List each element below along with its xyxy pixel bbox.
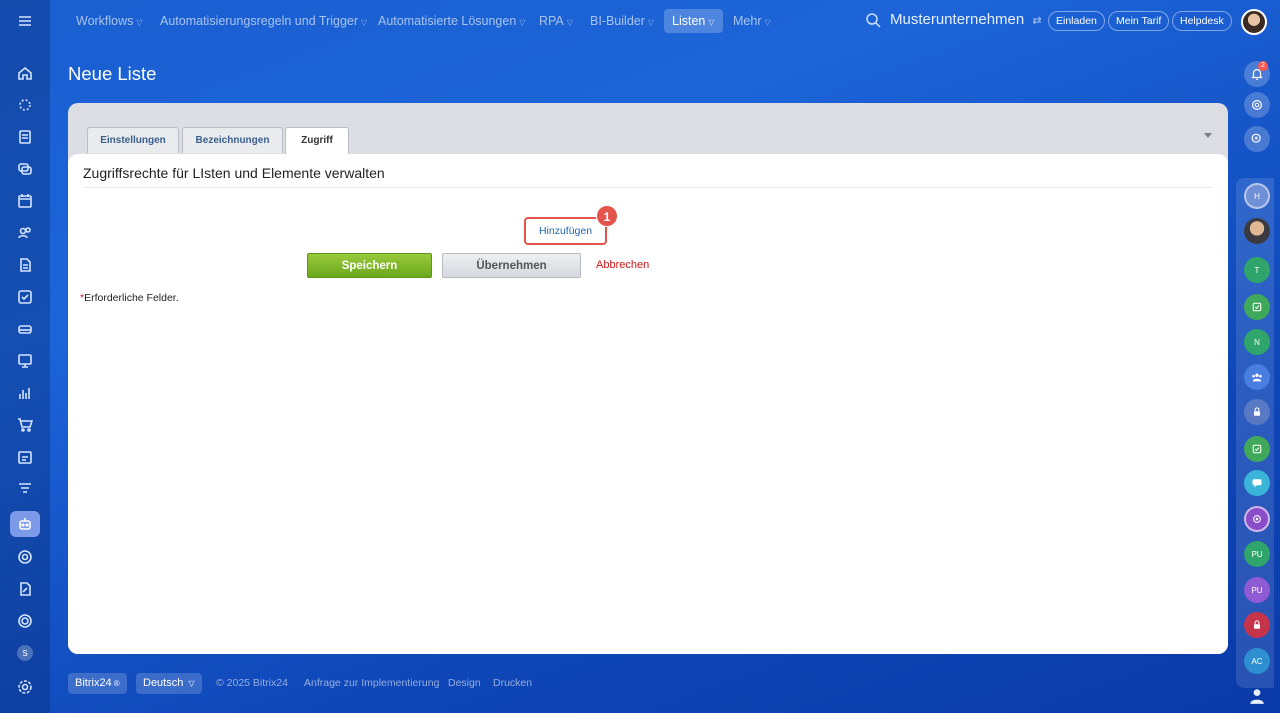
highlight-box: Hinzufügen <box>524 217 607 245</box>
apply-button[interactable]: Übernehmen <box>442 253 581 278</box>
chevron-down-icon: ▽ <box>647 18 655 27</box>
menu-icon[interactable] <box>13 9 37 33</box>
company-name[interactable]: Musterunternehmen ⇄ <box>890 11 1042 28</box>
avatar[interactable]: N <box>1244 329 1270 355</box>
access-content: Zugriffsrechte für LIsten und Elemente v… <box>68 154 1228 654</box>
tab-einstellungen[interactable]: Einstellungen <box>87 127 179 153</box>
copilot-icon[interactable] <box>1244 92 1270 118</box>
implementation-link[interactable]: Anfrage zur Implementierung <box>304 677 439 689</box>
file-icon[interactable] <box>13 253 37 277</box>
list-editor-panel: Einstellungen Bezeichnungen Zugriff Zugr… <box>68 103 1228 654</box>
chevron-down-icon: ▽ <box>136 18 143 27</box>
feed-icon[interactable] <box>13 93 37 117</box>
task-chat-icon[interactable] <box>1244 294 1270 320</box>
print-link[interactable]: Drucken <box>493 677 532 689</box>
chevron-down-icon: ▽ <box>188 679 195 688</box>
avatar[interactable]: PU <box>1244 541 1270 567</box>
avatar[interactable]: AC <box>1244 648 1270 674</box>
search-chat-icon[interactable] <box>1244 126 1270 152</box>
group-chat-icon[interactable] <box>1244 364 1270 390</box>
page-title: Neue Liste <box>68 63 157 84</box>
settings-icon[interactable] <box>13 675 37 699</box>
chat-icon[interactable] <box>13 157 37 181</box>
required-fields-note: *Erforderliche Felder. <box>80 292 179 304</box>
tasks-icon[interactable] <box>13 285 37 309</box>
chevron-down-icon: ▽ <box>764 18 771 27</box>
nav-listen[interactable]: Listen ▽ <box>664 9 723 33</box>
message-icon[interactable] <box>1244 470 1270 496</box>
swap-icon: ⇄ <box>1032 15 1042 27</box>
save-button[interactable]: Speichern <box>307 253 432 278</box>
avatar[interactable] <box>1244 218 1270 244</box>
documents-icon[interactable] <box>13 125 37 149</box>
bitrix24-brand-button[interactable]: Bitrix24 ® <box>68 673 127 694</box>
divider <box>83 187 1213 188</box>
step-marker: 1 <box>596 205 618 227</box>
lock-icon[interactable] <box>1244 612 1270 638</box>
shop-icon[interactable] <box>13 413 37 437</box>
right-sidebar: H T N PU PU AC <box>1236 0 1280 713</box>
add-link[interactable]: Hinzufügen <box>539 225 592 237</box>
automation-icon[interactable] <box>10 511 40 537</box>
chevron-down-icon: ▽ <box>566 18 573 27</box>
nav-workflows[interactable]: Workflows ▽ <box>68 9 151 33</box>
cancel-link[interactable]: Abbrechen <box>596 259 649 271</box>
lock-icon[interactable] <box>1244 399 1270 425</box>
avatar[interactable]: PU <box>1244 577 1270 603</box>
sign-icon[interactable] <box>13 577 37 601</box>
support-icon[interactable] <box>13 609 37 633</box>
user-group-icon[interactable] <box>1244 683 1270 709</box>
schedule-icon[interactable] <box>13 445 37 469</box>
nav-automated-solutions[interactable]: Automatisierte Lösungen ▽ <box>370 9 533 33</box>
analytics-icon[interactable] <box>13 381 37 405</box>
tab-zugriff[interactable]: Zugriff <box>285 127 349 155</box>
nav-automation-rules[interactable]: Automatisierungsregeln und Trigger ▽ <box>152 9 375 33</box>
filter-icon[interactable] <box>13 477 37 501</box>
user-letter-avatar[interactable]: S <box>17 645 33 661</box>
task-chat-icon[interactable] <box>1244 436 1270 462</box>
tab-bezeichnungen[interactable]: Bezeichnungen <box>182 127 283 153</box>
drive-icon[interactable] <box>13 317 37 341</box>
my-tariff-button[interactable]: Mein Tarif <box>1108 11 1170 31</box>
nav-rpa[interactable]: RPA ▽ <box>531 9 581 33</box>
chevron-down-icon: ▽ <box>708 18 715 27</box>
copyright-text: © 2025 Bitrix24 <box>216 677 288 689</box>
chevron-down-icon: ▽ <box>361 18 368 27</box>
avatar[interactable]: H <box>1244 183 1270 209</box>
notification-badge: 2 <box>1258 61 1268 71</box>
chevron-down-icon[interactable] <box>1204 133 1212 138</box>
invite-button[interactable]: Einladen <box>1048 11 1105 31</box>
contacts-icon[interactable] <box>13 221 37 245</box>
avatar[interactable]: T <box>1244 257 1270 283</box>
target-icon[interactable] <box>13 545 37 569</box>
language-select[interactable]: Deutsch ▽ <box>136 673 202 694</box>
copilot-chat-icon[interactable] <box>1244 506 1270 532</box>
search-icon[interactable] <box>865 12 881 28</box>
top-navigation: Workflows ▽ Automatisierungsregeln und Tr… <box>50 0 1280 42</box>
design-link[interactable]: Design <box>448 677 481 689</box>
presentation-icon[interactable] <box>13 349 37 373</box>
nav-bi-builder[interactable]: BI-Builder ▽ <box>582 9 662 33</box>
calendar-icon[interactable] <box>13 189 37 213</box>
registered-icon: ® <box>113 679 120 688</box>
home-icon[interactable] <box>13 61 37 85</box>
chevron-down-icon: ▽ <box>519 18 526 27</box>
section-title: Zugriffsrechte für LIsten und Elemente v… <box>83 165 385 181</box>
helpdesk-button[interactable]: Helpdesk <box>1172 11 1232 31</box>
nav-mehr[interactable]: Mehr ▽ <box>725 9 779 33</box>
left-sidebar: S <box>0 0 50 713</box>
